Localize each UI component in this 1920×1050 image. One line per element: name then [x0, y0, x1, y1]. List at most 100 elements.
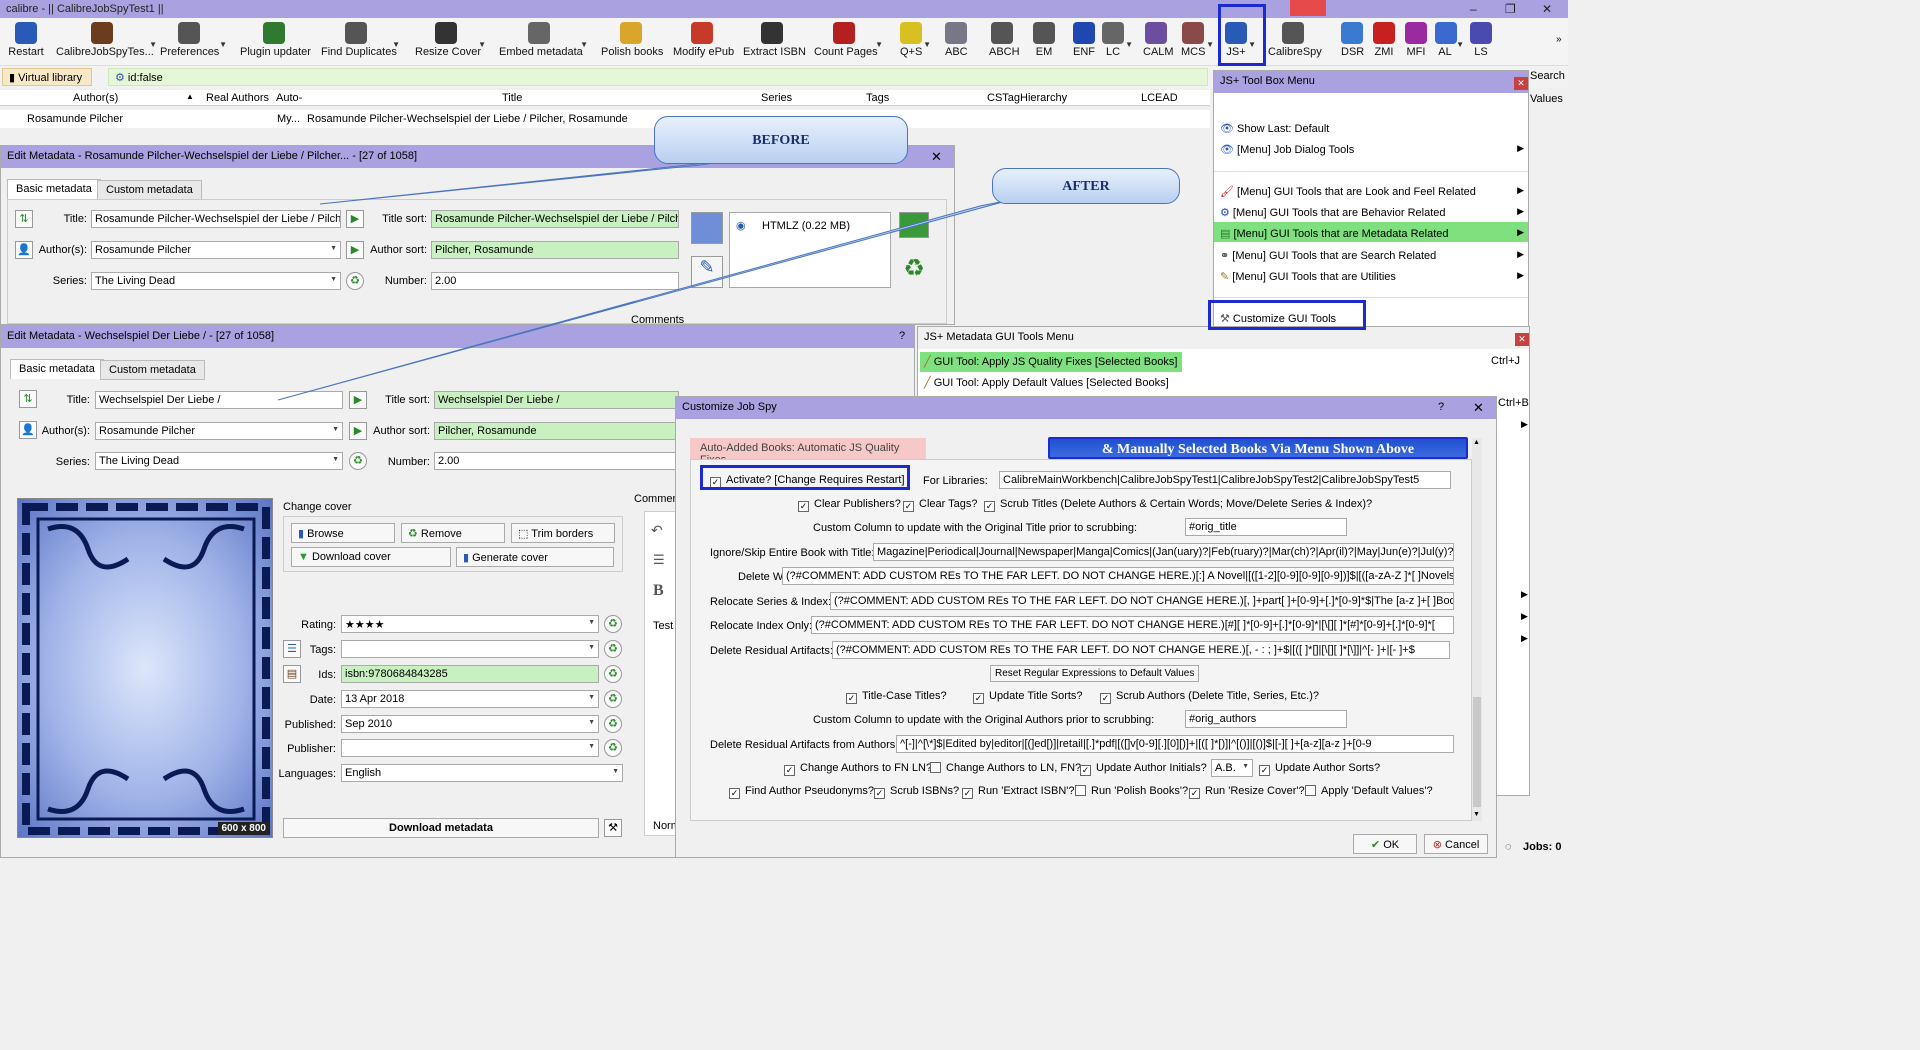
pseudonyms-checkbox[interactable]: ✓ Find Author Pseudonyms? — [729, 785, 874, 799]
update-author-sorts-checkbox[interactable]: ✓ Update Author Sorts? — [1259, 762, 1380, 776]
scrub-titles-checkbox[interactable]: ✓ Scrub Titles (Delete Authors & Certain … — [984, 498, 1372, 512]
relocate-series-label: Relocate Series & Index: — [710, 596, 832, 608]
menu-item-label: [Menu] GUI Tools that are Look and Feel … — [1237, 186, 1476, 198]
update-initials-checkbox[interactable]: ✓ Update Author Initials? — [1080, 762, 1207, 776]
fn-ln-checkbox[interactable]: ✓ Change Authors to FN LN? — [784, 762, 932, 776]
scrub-isbns-checkbox[interactable]: ✓ Scrub ISBNs? — [874, 785, 959, 799]
status-bar: ◌ Jobs: 0 — [1497, 836, 1568, 858]
cancel-button[interactable]: ⊗ Cancel — [1424, 834, 1488, 854]
run-polish-books-checkbox[interactable]: Run 'Polish Books'? — [1075, 785, 1188, 797]
relocate-index-label: Relocate Index Only: — [710, 620, 813, 632]
run-polish-books-label: Run 'Polish Books'? — [1091, 785, 1189, 797]
menu-item-label: [Menu] GUI Tools that are Metadata Relat… — [1233, 228, 1449, 240]
brush-icon: 🖌 — [1220, 186, 1238, 198]
menu-separator — [1214, 297, 1528, 298]
run-extract-isbn-checkbox[interactable]: ✓ Run 'Extract ISBN'? — [962, 785, 1075, 799]
residual-authors-label: Delete Residual Artifacts from Authors: — [710, 739, 899, 751]
after-pointer — [277, 199, 1011, 401]
cc-authors-input[interactable]: #orig_authors — [1185, 710, 1347, 728]
update-initials-label: Update Author Initials? — [1096, 762, 1207, 774]
checkbox-empty — [1075, 785, 1086, 796]
checkmark-icon: ✓ — [1259, 765, 1270, 776]
menu-item-show-last-default[interactable]: 👁 Show Last: Default — [1216, 119, 1526, 139]
eye-icon: 👁 — [1220, 144, 1238, 156]
tab-auto-added-books[interactable]: Auto-Added Books: Automatic JS Quality F… — [690, 438, 926, 466]
submenu-arrow-icon: ▶ — [1517, 270, 1524, 280]
residual-artifacts-input[interactable]: (?#COMMENT: ADD CUSTOM REs TO THE FAR LE… — [832, 641, 1450, 659]
pencil-icon: ╱ — [924, 377, 934, 389]
checkbox-empty — [930, 762, 941, 773]
submenu-arrow-icon: ▶ — [1521, 611, 1528, 621]
checkmark-icon: ✓ — [798, 501, 809, 512]
update-title-sorts-checkbox[interactable]: ✓ Update Title Sorts? — [973, 690, 1083, 704]
for-libraries-label: For Libraries: — [923, 475, 988, 487]
clear-tags-label: Clear Tags? — [919, 498, 978, 510]
ignore-title-label: Ignore/Skip Entire Book with Title: — [710, 547, 875, 559]
jobs-spinner-icon: ◌ — [1505, 841, 1512, 853]
customize-titlebar: Customize Job Spy ? ✕ — [676, 397, 1496, 419]
ignore-title-input[interactable]: Magazine|Periodical|Journal|Newspaper|Ma… — [873, 543, 1454, 561]
menu-item-menu-gui-tools-that-are-utilities[interactable]: ✎ [Menu] GUI Tools that are Utilities ▶ — [1216, 267, 1526, 287]
shortcut-ctrl-b: Ctrl+B — [1498, 397, 1529, 409]
highlight-jsplus-button — [1218, 4, 1266, 66]
initials-select[interactable]: A.B. — [1211, 759, 1253, 777]
checkmark-icon: ✓ — [962, 788, 973, 799]
submenu-arrow-icon: ▶ — [1521, 589, 1528, 599]
apply-default-values-checkbox[interactable]: Apply 'Default Values'? — [1305, 785, 1433, 797]
ln-fn-checkbox[interactable]: Change Authors to LN, FN? — [930, 762, 1081, 774]
run-extract-isbn-label: Run 'Extract ISBN'? — [978, 785, 1075, 797]
scrub-authors-checkbox[interactable]: ✓ Scrub Authors (Delete Title, Series, Et… — [1100, 690, 1319, 704]
menu-item-apply-quality-fixes[interactable]: ╱ GUI Tool: Apply JS Quality Fixes [Sele… — [920, 352, 1181, 372]
shortcut-ctrl-j: Ctrl+J — [1491, 355, 1521, 367]
menu-item-menu-gui-tools-that-are-search-related[interactable]: ⚭ [Menu] GUI Tools that are Search Relat… — [1216, 246, 1526, 266]
help-button[interactable]: ? — [1438, 401, 1444, 413]
before-pointer — [319, 159, 736, 205]
close-icon[interactable]: ✕ — [1515, 333, 1529, 346]
checkmark-icon: ✓ — [784, 765, 795, 776]
clear-publishers-checkbox[interactable]: ✓ Clear Publishers? — [798, 498, 901, 512]
scrollbar-thumb[interactable] — [1473, 697, 1481, 807]
scrub-titles-label: Scrub Titles (Delete Authors & Certain W… — [1000, 498, 1373, 510]
js-toolbox-menu: JS+ Tool Box Menu ✕ 👁 Show Last: Default… — [1213, 70, 1529, 338]
submenu-arrow-icon: ▶ — [1517, 185, 1524, 195]
for-libraries-input[interactable]: CalibreMainWorkbench|CalibreJobSpyTest1|… — [999, 471, 1451, 489]
fn-ln-label: Change Authors to FN LN? — [800, 762, 933, 774]
delete-words-input[interactable]: (?#COMMENT: ADD CUSTOM REs TO THE FAR LE… — [782, 567, 1454, 585]
menu-item-menu-job-dialog-tools[interactable]: 👁 [Menu] Job Dialog Tools ▶ — [1216, 140, 1526, 160]
scrub-isbns-label: Scrub ISBNs? — [890, 785, 960, 797]
scroll-up-icon[interactable]: ▲ — [1473, 439, 1480, 446]
binoculars-icon: ⚭ — [1220, 250, 1233, 262]
submenu-arrow-icon: ▶ — [1521, 633, 1528, 643]
callout-manual: & Manually Selected Books Via Menu Shown… — [1048, 437, 1468, 459]
menu-item-menu-gui-tools-that-are-metadata-related[interactable]: ▤ [Menu] GUI Tools that are Metadata Rel… — [1216, 224, 1526, 244]
menu-item-label: [Menu] GUI Tools that are Behavior Relat… — [1232, 207, 1446, 219]
close-icon[interactable]: ✕ — [1473, 400, 1484, 416]
scroll-down-icon[interactable]: ▼ — [1473, 811, 1480, 818]
submenu-arrow-icon: ▶ — [1517, 227, 1524, 237]
menu-item-label: [Menu] GUI Tools that are Utilities — [1232, 271, 1396, 283]
pseudonyms-label: Find Author Pseudonyms? — [745, 785, 875, 797]
submenu-arrow-icon: ▶ — [1521, 419, 1528, 429]
ok-button[interactable]: ✔ OK — [1353, 834, 1417, 854]
menu-item-menu-gui-tools-that-are-behavior-related[interactable]: ⚙ [Menu] GUI Tools that are Behavior Rel… — [1216, 203, 1526, 223]
residual-authors-input[interactable]: ^[-]|^[\*]$|Edited by|editor|[(]ed[)]|re… — [896, 735, 1454, 753]
relocate-series-input[interactable]: (?#COMMENT: ADD CUSTOM REs TO THE FAR LE… — [830, 592, 1454, 610]
run-resize-cover-checkbox[interactable]: ✓ Run 'Resize Cover'? — [1189, 785, 1305, 799]
scrub-authors-label: Scrub Authors (Delete Title, Series, Etc… — [1116, 690, 1319, 702]
close-icon[interactable]: ✕ — [1514, 77, 1528, 90]
title-case-checkbox[interactable]: ✓ Title-Case Titles? — [846, 690, 947, 704]
checkbox-empty — [1305, 785, 1316, 796]
clear-tags-checkbox[interactable]: ✓ Clear Tags? — [903, 498, 978, 512]
ok-label: OK — [1383, 839, 1400, 851]
relocate-index-input[interactable]: (?#COMMENT: ADD CUSTOM REs TO THE FAR LE… — [811, 616, 1454, 634]
customize-title: Customize Job Spy — [682, 401, 777, 413]
menu-item-menu-gui-tools-that-are-look-and-feel-related[interactable]: 🖌 [Menu] GUI Tools that are Look and Fee… — [1216, 182, 1526, 202]
cc-title-input[interactable]: #orig_title — [1185, 518, 1347, 536]
menu-item-apply-default-values[interactable]: ╱ GUI Tool: Apply Default Values [Select… — [920, 373, 1173, 393]
cancel-icon: ⊗ — [1432, 839, 1442, 851]
jobs-count[interactable]: Jobs: 0 — [1523, 841, 1562, 853]
checkmark-icon: ✓ — [874, 788, 885, 799]
update-title-sorts-label: Update Title Sorts? — [989, 690, 1083, 702]
reset-regex-button[interactable]: Reset Regular Expressions to Default Val… — [990, 665, 1200, 682]
meta-menu-title: JS+ Metadata GUI Tools Menu — [918, 327, 1529, 349]
